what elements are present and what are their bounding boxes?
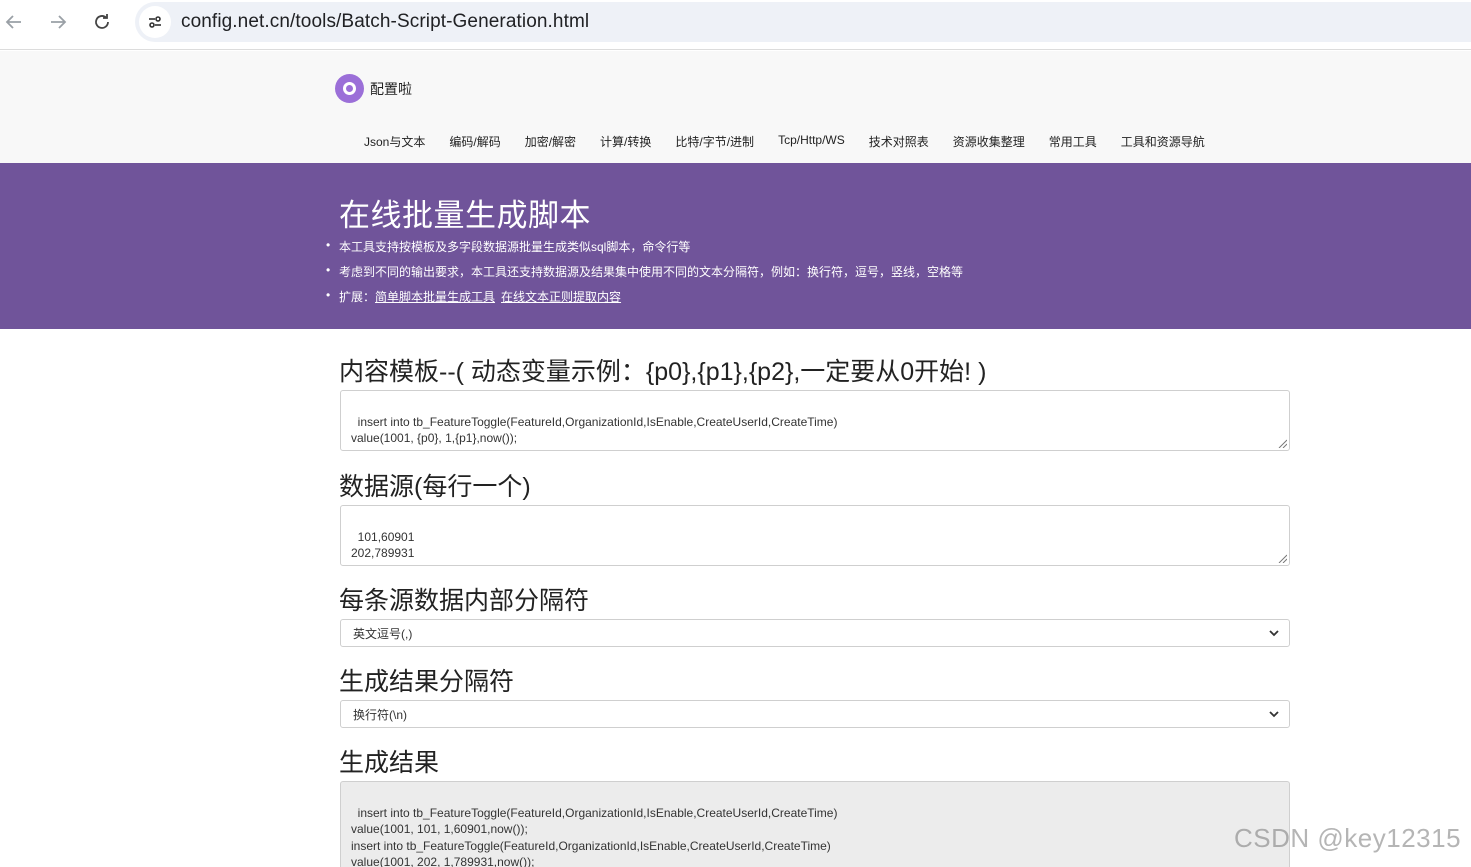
address-bar[interactable]: config.net.cn/tools/Batch-Script-Generat…	[135, 2, 1471, 42]
resize-grip-icon[interactable]	[1277, 438, 1287, 448]
resize-grip-icon[interactable]	[1277, 553, 1287, 563]
menu-item-bits[interactable]: 比特/字节/进制	[663, 133, 766, 150]
menu-item-resources[interactable]: 资源收集整理	[941, 133, 1037, 150]
menu-item-tcp[interactable]: Tcp/Http/WS	[766, 133, 857, 150]
menu-item-encode[interactable]: 编码/解码	[437, 133, 512, 150]
site-name[interactable]: 配置啦	[370, 79, 412, 99]
ext-label: 扩展：	[339, 290, 376, 304]
inner-separator-select[interactable]: 英文逗号(,)	[340, 619, 1290, 647]
chevron-down-icon	[1269, 711, 1279, 718]
menu-item-json[interactable]: Json与文本	[352, 133, 437, 150]
back-icon[interactable]	[0, 8, 28, 36]
list-item: • 本工具支持按模板及多字段数据源批量生成类似sql脚本，命令行等	[326, 238, 691, 254]
browser-toolbar: config.net.cn/tools/Batch-Script-Generat…	[0, 0, 1471, 50]
site-header: 配置啦 Json与文本 编码/解码 加密/解密 计算/转换 比特/字节/进制 T…	[0, 51, 1471, 163]
result-separator-select[interactable]: 换行符(\n)	[340, 700, 1290, 728]
page-title: 在线批量生成脚本	[339, 198, 591, 233]
hero-banner: 在线批量生成脚本 • 本工具支持按模板及多字段数据源批量生成类似sql脚本，命令行…	[0, 163, 1471, 329]
result-label: 生成结果	[339, 749, 440, 777]
url-text: config.net.cn/tools/Batch-Script-Generat…	[181, 11, 590, 32]
forward-icon[interactable]	[44, 8, 72, 36]
template-label: 内容模板--( 动态变量示例：{p0},{p1},{p2},一定要从0开始! )	[339, 358, 987, 386]
menu-item-common-tools[interactable]: 常用工具	[1037, 133, 1109, 150]
list-item: • 考虑到不同的输出要求，本工具还支持数据源及结果集中使用不同的文本分隔符，例如：…	[326, 263, 964, 279]
menu-item-crypto[interactable]: 加密/解密	[513, 133, 588, 150]
menu-item-nav[interactable]: 工具和资源导航	[1109, 133, 1217, 150]
menu-item-tech-table[interactable]: 技术对照表	[857, 133, 941, 150]
link-regex-extract[interactable]: 在线文本正则提取内容	[501, 288, 621, 305]
source-label: 数据源(每行一个)	[339, 473, 531, 501]
watermark: CSDN @key12315	[1234, 823, 1462, 853]
list-item: • 扩展： 简单脚本批量生成工具 在线文本正则提取内容	[326, 288, 622, 305]
chevron-down-icon	[1269, 630, 1279, 637]
result-separator-label: 生成结果分隔符	[339, 668, 515, 696]
link-simple-script-tool[interactable]: 简单脚本批量生成工具	[375, 288, 495, 305]
source-textarea[interactable]: 101,60901 202,789931	[340, 505, 1290, 566]
menu-item-calc[interactable]: 计算/转换	[588, 133, 663, 150]
main-menu: Json与文本 编码/解码 加密/解密 计算/转换 比特/字节/进制 Tcp/H…	[352, 133, 1217, 150]
logo-icon[interactable]	[335, 74, 364, 103]
result-textarea[interactable]: insert into tb_FeatureToggle(FeatureId,O…	[340, 781, 1290, 867]
feature-list: • 本工具支持按模板及多字段数据源批量生成类似sql脚本，命令行等 • 考虑到不同的…	[326, 238, 963, 313]
inner-separator-label: 每条源数据内部分隔符	[339, 587, 590, 615]
reload-icon[interactable]	[88, 8, 116, 36]
template-textarea[interactable]: insert into tb_FeatureToggle(FeatureId,O…	[340, 390, 1290, 451]
site-info-icon[interactable]	[139, 6, 171, 38]
